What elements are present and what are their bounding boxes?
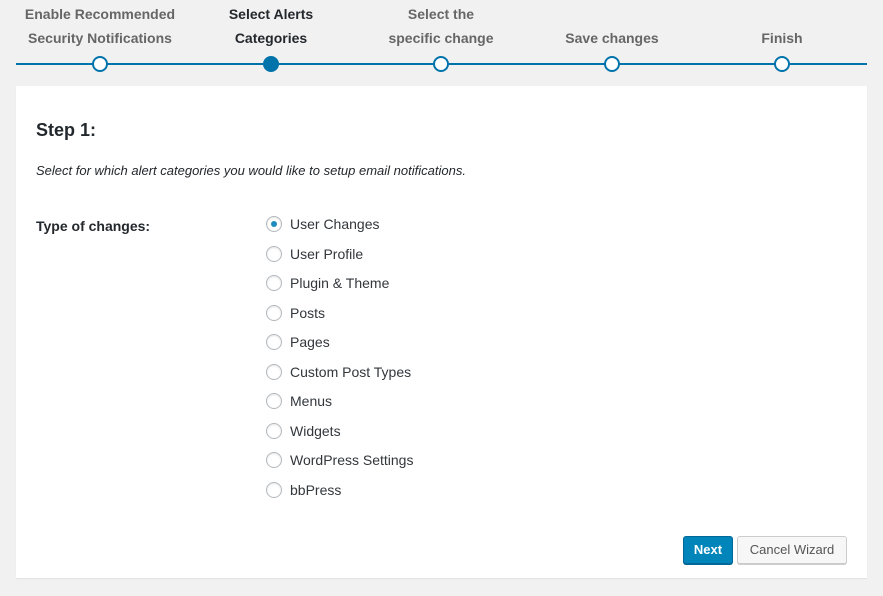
wizard-step-label: Select Alerts Categories bbox=[176, 2, 366, 50]
wizard-step-finish: Finish bbox=[687, 0, 877, 80]
radio-button[interactable] bbox=[266, 422, 282, 439]
option-label: Custom Post Types bbox=[290, 363, 412, 380]
option-label: User Changes bbox=[290, 216, 380, 232]
wizard-step-label: Enable Recommended Security Notification… bbox=[5, 2, 195, 50]
option-label: Posts bbox=[290, 304, 326, 321]
type-of-changes-label: Type of changes: bbox=[36, 218, 151, 234]
step-title: Step 1: bbox=[36, 120, 97, 140]
option-custom-post-types[interactable]: Custom Post Types bbox=[266, 362, 413, 392]
wizard-step-label-line1: Select the bbox=[407, 6, 475, 22]
wizard-step-dot bbox=[774, 56, 790, 72]
wizard-step-label: Finish bbox=[687, 26, 877, 50]
radio-button[interactable] bbox=[266, 452, 282, 468]
option-menus[interactable]: Menus bbox=[266, 391, 413, 421]
wizard-step-dot bbox=[433, 56, 449, 72]
radio-button[interactable] bbox=[266, 393, 282, 409]
option-widgets[interactable]: Widgets bbox=[266, 421, 413, 451]
wizard-step-label-line2: Categories bbox=[234, 30, 308, 46]
wizard-step-dot bbox=[92, 56, 108, 72]
next-button[interactable]: Next bbox=[683, 536, 733, 564]
radio-button-checked[interactable] bbox=[266, 216, 282, 232]
option-label: User Profile bbox=[290, 245, 364, 262]
option-label: bbPress bbox=[290, 481, 342, 498]
wizard-panel: Step 1: Select for which alert categorie… bbox=[16, 86, 867, 578]
wizard-step-label-line2: Finish bbox=[761, 30, 803, 46]
option-wordpress-settings[interactable]: WordPress Settings bbox=[266, 450, 413, 480]
option-user-changes[interactable]: User Changes bbox=[266, 214, 413, 244]
option-posts[interactable]: Posts bbox=[266, 303, 413, 333]
radio-button[interactable] bbox=[266, 481, 282, 498]
wizard-steps: Enable Recommended Security Notification… bbox=[0, 0, 883, 80]
wizard-step-label-line2: specific change bbox=[388, 30, 494, 46]
wizard-step-label-line2: Save changes bbox=[565, 30, 659, 46]
radio-button[interactable] bbox=[266, 245, 282, 262]
option-label: Widgets bbox=[290, 422, 341, 439]
option-label: WordPress Settings bbox=[290, 452, 414, 468]
option-label: Menus bbox=[290, 393, 333, 409]
radio-button[interactable] bbox=[266, 363, 282, 380]
wizard-step-enable-notifications: Enable Recommended Security Notification… bbox=[5, 0, 195, 80]
wizard-step-save-changes: Save changes bbox=[517, 0, 707, 80]
wizard-step-label-line2: Security Notifications bbox=[28, 30, 172, 46]
wizard-step-select-change: Select the specific change bbox=[346, 0, 536, 80]
wizard-step-label: Select the specific change bbox=[346, 2, 536, 50]
radio-button[interactable] bbox=[266, 275, 282, 291]
radio-button[interactable] bbox=[266, 304, 282, 321]
option-pages[interactable]: Pages bbox=[266, 332, 413, 362]
wizard-step-dot-active bbox=[263, 56, 279, 72]
option-plugin-theme[interactable]: Plugin & Theme bbox=[266, 273, 413, 303]
alert-category-options: User Changes User Profile Plugin & Theme… bbox=[266, 214, 413, 509]
wizard-step-label-line1: Enable Recommended bbox=[24, 6, 176, 22]
step-description: Select for which alert categories you wo… bbox=[36, 163, 466, 178]
radio-button[interactable] bbox=[266, 334, 282, 350]
cancel-wizard-button[interactable]: Cancel Wizard bbox=[737, 536, 847, 564]
option-label: Pages bbox=[290, 334, 330, 350]
wizard-step-label-line1: Select Alerts bbox=[228, 6, 314, 22]
option-user-profile[interactable]: User Profile bbox=[266, 244, 413, 274]
wizard-step-dot bbox=[604, 56, 620, 72]
option-bbpress[interactable]: bbPress bbox=[266, 480, 413, 510]
option-label: Plugin & Theme bbox=[290, 275, 390, 291]
wizard-step-label: Save changes bbox=[517, 26, 707, 50]
wizard-step-select-categories: Select Alerts Categories bbox=[176, 0, 366, 80]
